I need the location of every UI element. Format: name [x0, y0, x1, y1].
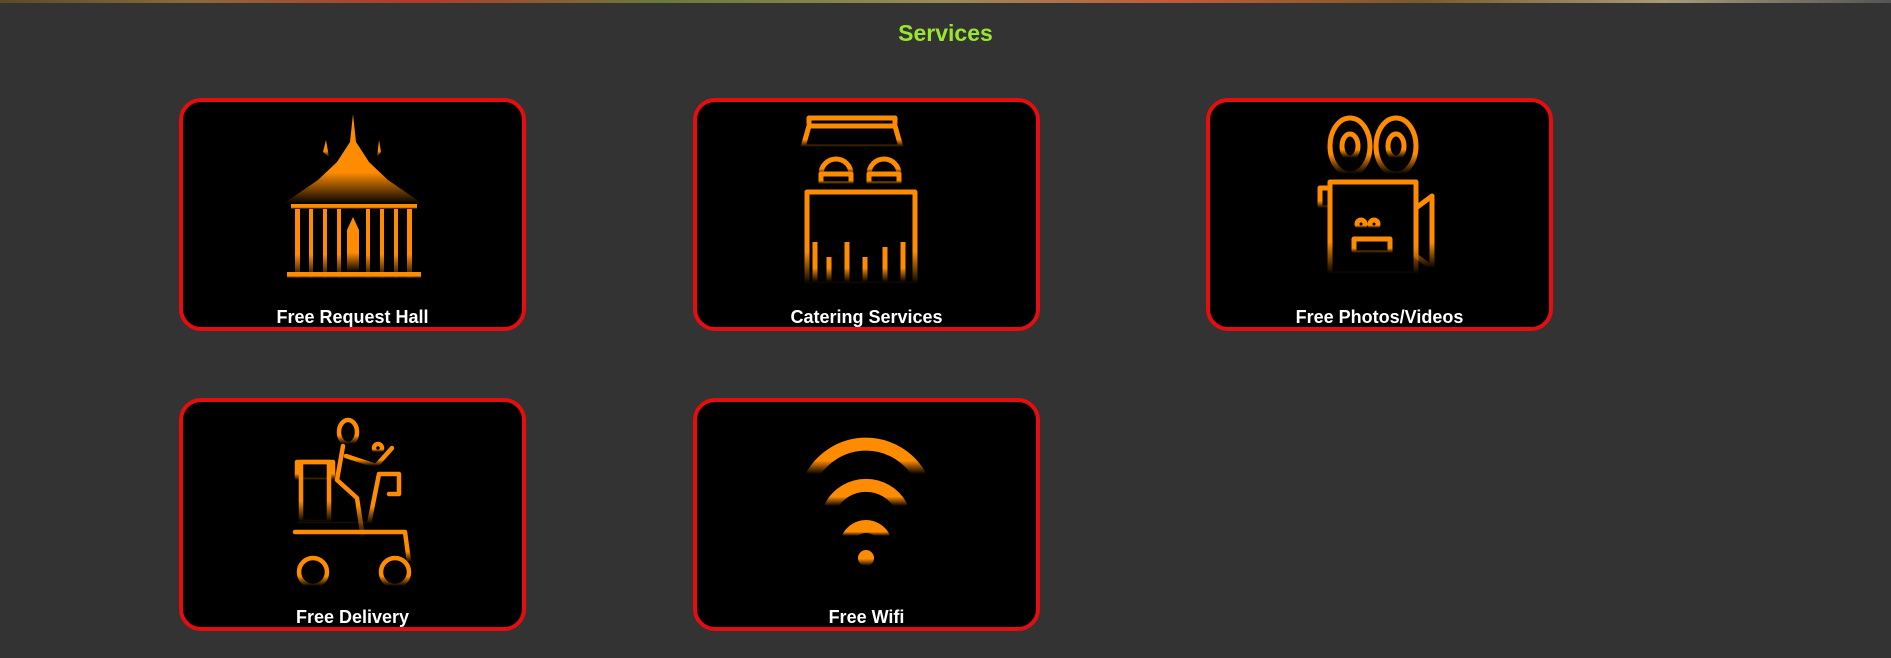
- service-label: Catering Services: [790, 307, 943, 327]
- page-title: Services: [898, 20, 993, 46]
- service-card-photos-videos[interactable]: Free Photos/Videos: [1206, 98, 1553, 331]
- service-card-wifi[interactable]: Free Wifi: [693, 398, 1040, 631]
- video-camera-icon: [1317, 115, 1435, 277]
- header-banner-strip: [0, 0, 1891, 3]
- service-label: Free Photos/Videos: [1295, 307, 1464, 327]
- delivery-scooter-icon: [292, 417, 412, 589]
- pavilion-icon: [283, 114, 423, 279]
- catering-icon: [800, 115, 918, 287]
- service-card-delivery[interactable]: Free Delivery: [179, 398, 526, 631]
- service-label: Free Delivery: [295, 607, 410, 627]
- service-card-request-hall[interactable]: Free Request Hall: [179, 98, 526, 331]
- wifi-icon: [806, 437, 926, 566]
- service-label: Free Request Hall: [276, 307, 429, 327]
- service-card-catering[interactable]: Catering Services: [693, 98, 1040, 331]
- service-label: Free Wifi: [828, 607, 905, 627]
